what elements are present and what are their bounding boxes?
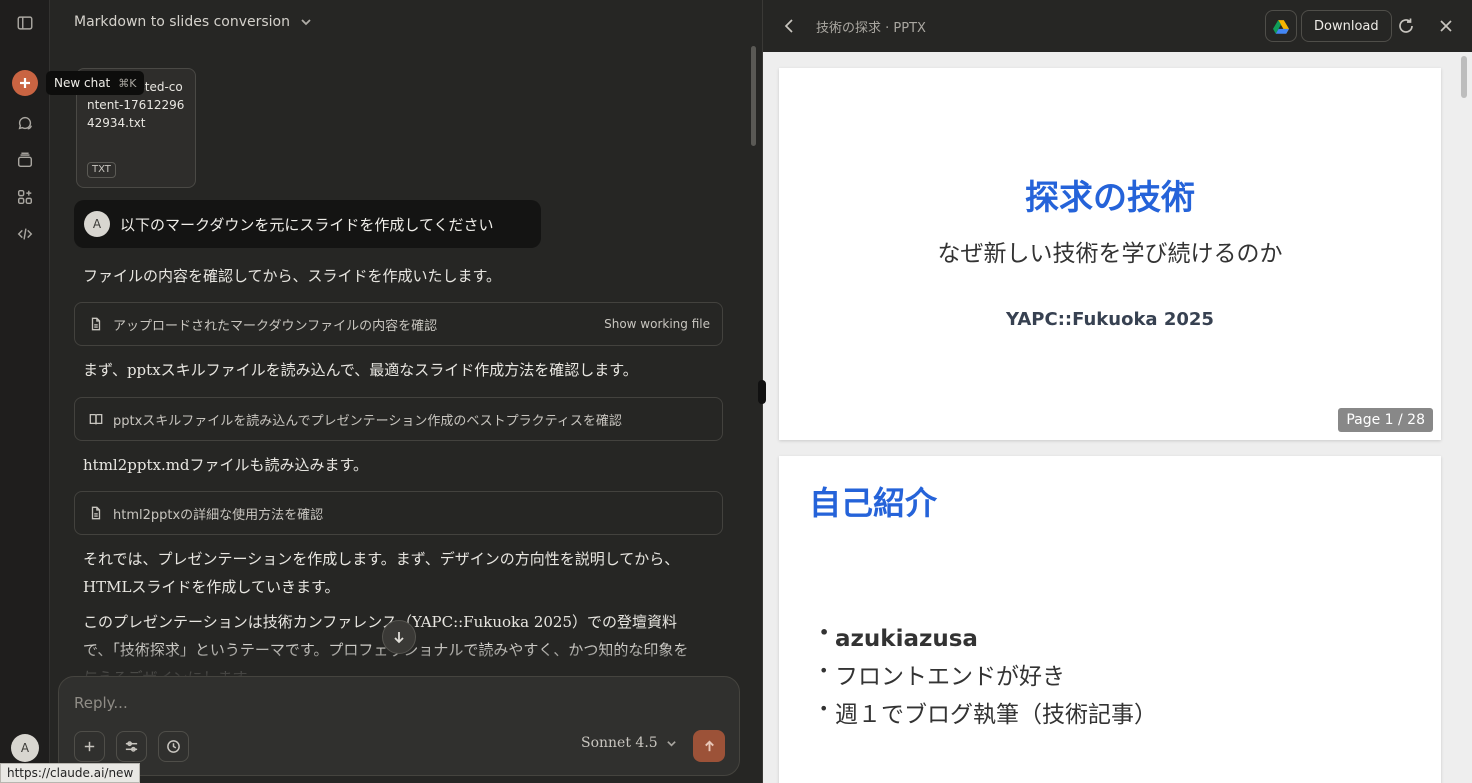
panel-resize-handle[interactable] xyxy=(758,380,766,404)
tool-call-read-skill[interactable]: pptxスキルファイルを読み込んでプレゼンテーション作成のベストプラクティスを確… xyxy=(74,397,723,441)
user-message: A 以下のマークダウンを元にスライドを作成してください xyxy=(74,200,541,248)
projects-icon[interactable] xyxy=(13,148,37,172)
slide-1: 探求の技術 なぜ新しい技術を学び続けるのか YAPC::Fukuoka 2025… xyxy=(779,68,1441,440)
artifact-title: 技術の探求 · PPTX xyxy=(816,21,926,36)
composer: Reply... Sonnet 4.5 xyxy=(58,676,740,776)
assistant-message: まず、pptxスキルファイルを読み込んで、最適なスライド作成方法を確認します。 xyxy=(83,361,638,379)
chat-panel: Markdown to slides conversion 2935_paste… xyxy=(50,0,762,783)
close-button[interactable] xyxy=(1436,16,1456,36)
assistant-message: html2pptx.mdファイルも読み込みます。 xyxy=(83,456,369,474)
back-button[interactable] xyxy=(781,17,799,35)
add-attachment-button[interactable] xyxy=(74,731,105,762)
refresh-icon xyxy=(1399,18,1413,33)
tool-call-label: アップロードされたマークダウンファイルの内容を確認 xyxy=(113,318,438,334)
model-selector[interactable]: Sonnet 4.5 xyxy=(581,735,677,751)
scroll-to-bottom-button[interactable] xyxy=(382,620,416,654)
assistant-message: ファイルの内容を確認してから、スライドを作成いたします。 xyxy=(83,267,502,285)
sidebar-toggle-icon[interactable] xyxy=(13,11,37,35)
status-bar-url: https://claude.ai/new xyxy=(0,763,141,783)
user-message-text: 以下のマークダウンを元にスライドを作成してください xyxy=(120,215,494,234)
chat-scrollbar[interactable] xyxy=(751,46,756,146)
save-to-drive-button[interactable] xyxy=(1265,10,1297,42)
clock-icon xyxy=(167,740,180,753)
slide-viewer[interactable]: 探求の技術 なぜ新しい技術を学び続けるのか YAPC::Fukuoka 2025… xyxy=(763,52,1472,783)
plus-icon xyxy=(84,741,95,752)
slide-event: YAPC::Fukuoka 2025 xyxy=(1006,309,1214,330)
tool-call-read-html2pptx[interactable]: html2pptxの詳細な使用方法を確認 xyxy=(74,491,723,535)
artifact-header: 技術の探求 · PPTX Download xyxy=(763,0,1472,52)
artifact-panel: 技術の探求 · PPTX Download 探求の技術 なぜ新しい技術を学び続け… xyxy=(762,0,1472,783)
new-chat-button[interactable] xyxy=(12,70,38,96)
slide-bullet-list: azukiazusa フロントエンドが好き 週１でブログ執筆（技術記事） xyxy=(819,614,1157,734)
slide-title: 自己紹介 xyxy=(809,484,938,522)
close-icon xyxy=(1440,20,1452,32)
tooltip-label: New chat xyxy=(54,76,111,90)
chevron-left-icon xyxy=(784,19,793,33)
tool-call-view-file[interactable]: アップロードされたマークダウンファイルの内容を確認 Show working f… xyxy=(74,302,723,346)
user-message-avatar: A xyxy=(84,211,110,237)
app-window: A New chat ⌘K Markdown to slides convers… xyxy=(0,0,1472,783)
slide-bullet: azukiazusa xyxy=(819,614,1157,658)
show-working-file-link[interactable]: Show working file xyxy=(604,317,710,331)
code-icon[interactable] xyxy=(13,222,37,246)
tool-call-label: html2pptxの詳細な使用方法を確認 xyxy=(113,507,324,523)
chats-icon[interactable] xyxy=(13,111,37,135)
reply-input[interactable]: Reply... xyxy=(74,694,128,712)
chevron-down-icon xyxy=(301,19,311,26)
refresh-button[interactable] xyxy=(1396,16,1416,36)
new-chat-tooltip: New chat ⌘K xyxy=(46,71,145,95)
assistant-message: それでは、プレゼンテーションを作成します。まず、デザインの方向性を説明してから、… xyxy=(83,550,680,596)
page-indicator: Page 1 / 28 xyxy=(1338,408,1433,432)
left-rail: A xyxy=(0,0,50,783)
chat-title-button[interactable]: Markdown to slides conversion xyxy=(74,14,312,30)
chat-title: Markdown to slides conversion xyxy=(74,14,290,30)
book-icon xyxy=(89,413,103,425)
send-button[interactable] xyxy=(693,730,725,762)
viewer-scrollbar[interactable] xyxy=(1461,56,1467,98)
chevron-down-icon xyxy=(666,740,676,747)
tools-button[interactable] xyxy=(116,731,147,762)
slide-title: 探求の技術 xyxy=(1025,178,1195,218)
attachment-type-badge: TXT xyxy=(87,162,116,178)
tool-call-label: pptxスキルファイルを読み込んでプレゼンテーション作成のベストプラクティスを確… xyxy=(113,413,622,429)
google-drive-icon xyxy=(1273,19,1289,34)
slide-2: 自己紹介 azukiazusa フロントエンドが好き 週１でブログ執筆（技術記事… xyxy=(779,456,1441,783)
user-avatar[interactable]: A xyxy=(11,734,39,762)
artifacts-icon[interactable] xyxy=(13,185,37,209)
sliders-icon xyxy=(125,741,138,752)
tooltip-shortcut: ⌘K xyxy=(118,76,137,90)
plus-icon xyxy=(20,78,30,88)
arrow-down-icon xyxy=(394,632,404,644)
model-name: Sonnet 4.5 xyxy=(581,735,658,751)
slide-bullet: フロントエンドが好き xyxy=(819,652,1157,696)
slide-bullet: 週１でブログ執筆（技術記事） xyxy=(819,690,1157,734)
slide-subtitle: なぜ新しい技術を学び続けるのか xyxy=(937,241,1283,267)
file-icon xyxy=(91,506,101,520)
history-button[interactable] xyxy=(158,731,189,762)
download-button[interactable]: Download xyxy=(1301,10,1392,42)
file-icon xyxy=(91,317,101,331)
arrow-up-icon xyxy=(704,739,714,751)
